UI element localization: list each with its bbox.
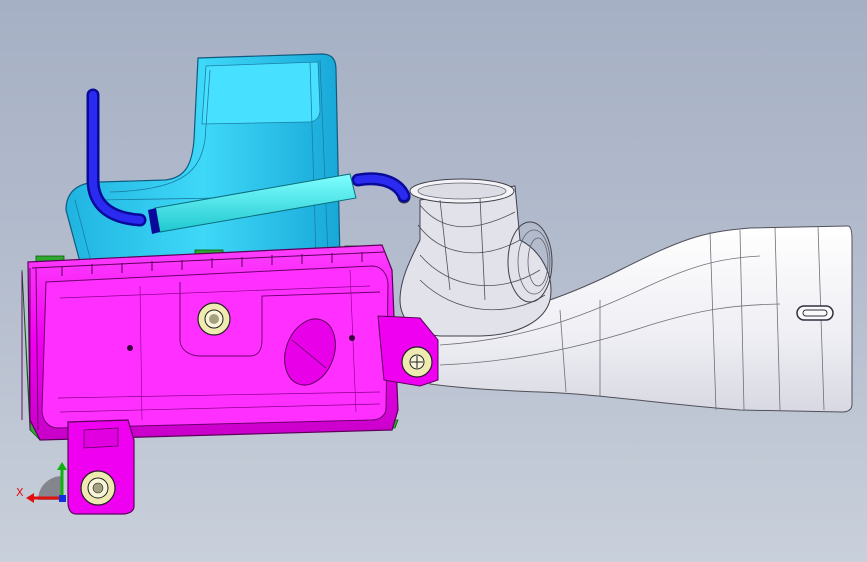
elbow-duct[interactable] — [397, 178, 553, 337]
resonator-tank[interactable] — [65, 53, 341, 263]
cad-viewport[interactable]: X — [0, 0, 867, 562]
x-axis-label: X — [16, 486, 24, 499]
axis-triad: X — [16, 462, 67, 503]
snorkel-slot — [796, 305, 834, 321]
mount-bushing-bottom[interactable] — [80, 470, 116, 506]
mount-bushing-top[interactable] — [197, 302, 231, 336]
mount-bushing-right[interactable] — [401, 346, 433, 378]
air-cleaner-housing[interactable] — [21, 244, 439, 515]
model-3d-scene[interactable]: X — [0, 0, 867, 562]
